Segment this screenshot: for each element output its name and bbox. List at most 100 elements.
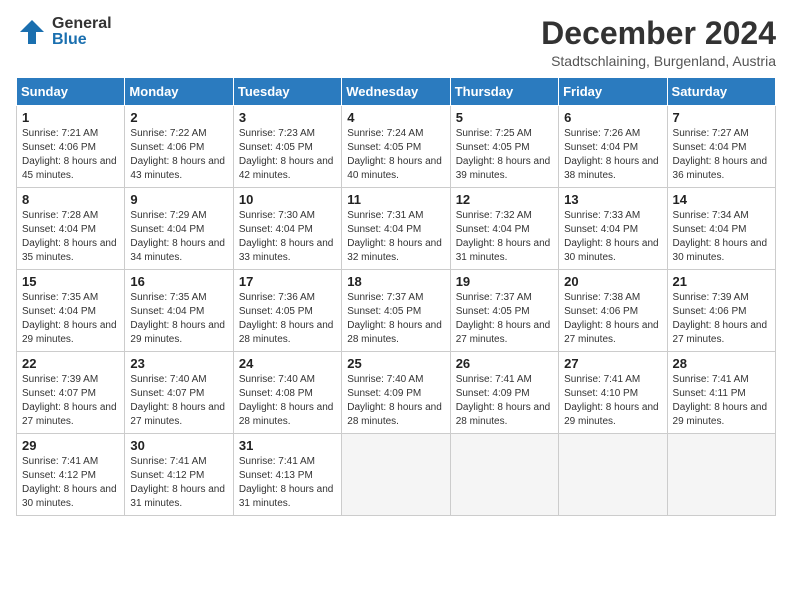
day-number: 2 bbox=[130, 110, 227, 125]
day-number: 11 bbox=[347, 192, 444, 207]
day-header-friday: Friday bbox=[559, 78, 667, 106]
day-number: 27 bbox=[564, 356, 661, 371]
day-number: 10 bbox=[239, 192, 336, 207]
calendar-week-row: 1Sunrise: 7:21 AMSunset: 4:06 PMDaylight… bbox=[17, 106, 776, 188]
day-number: 26 bbox=[456, 356, 553, 371]
calendar-week-row: 22Sunrise: 7:39 AMSunset: 4:07 PMDayligh… bbox=[17, 352, 776, 434]
calendar-day-cell: 15Sunrise: 7:35 AMSunset: 4:04 PMDayligh… bbox=[17, 270, 125, 352]
day-info: Sunrise: 7:29 AMSunset: 4:04 PMDaylight:… bbox=[130, 209, 227, 265]
calendar-day-cell: 3 Sunrise: 7:23 AMSunset: 4:05 PMDaylight… bbox=[233, 106, 341, 188]
calendar-day-cell: 29 Sunrise: 7:41 AMSunset: 4:12 PMDayligh… bbox=[17, 434, 125, 516]
day-number: 17 bbox=[239, 274, 336, 289]
day-number: 28 bbox=[673, 356, 770, 371]
logo: General Blue bbox=[16, 16, 112, 48]
calendar-week-row: 15Sunrise: 7:35 AMSunset: 4:04 PMDayligh… bbox=[17, 270, 776, 352]
calendar-day-cell: 14 Sunrise: 7:34 AMSunset: 4:04 PMDayligh… bbox=[667, 188, 775, 270]
day-info: Sunrise: 7:27 AMSunset: 4:04 PMDaylight:… bbox=[673, 127, 770, 183]
calendar-day-cell: 25 Sunrise: 7:40 AMSunset: 4:09 PMDayligh… bbox=[342, 352, 450, 434]
day-info: Sunrise: 7:41 AMSunset: 4:12 PMDaylight:… bbox=[130, 455, 227, 511]
calendar-day-cell: 9Sunrise: 7:29 AMSunset: 4:04 PMDaylight… bbox=[125, 188, 233, 270]
calendar-day-cell: 20 Sunrise: 7:38 AMSunset: 4:06 PMDayligh… bbox=[559, 270, 667, 352]
calendar-day-cell: 16 Sunrise: 7:35 AMSunset: 4:04 PMDayligh… bbox=[125, 270, 233, 352]
day-info: Sunrise: 7:30 AMSunset: 4:04 PMDaylight:… bbox=[239, 209, 336, 265]
day-info: Sunrise: 7:34 AMSunset: 4:04 PMDaylight:… bbox=[673, 209, 770, 265]
calendar-day-cell: 5 Sunrise: 7:25 AMSunset: 4:05 PMDaylight… bbox=[450, 106, 558, 188]
month-title: December 2024 bbox=[541, 16, 776, 51]
calendar-week-row: 8 Sunrise: 7:28 AMSunset: 4:04 PMDaylight… bbox=[17, 188, 776, 270]
calendar-day-cell: 28 Sunrise: 7:41 AMSunset: 4:11 PMDayligh… bbox=[667, 352, 775, 434]
day-info: Sunrise: 7:40 AMSunset: 4:07 PMDaylight:… bbox=[130, 373, 227, 429]
day-number: 13 bbox=[564, 192, 661, 207]
day-info: Sunrise: 7:24 AMSunset: 4:05 PMDaylight:… bbox=[347, 127, 444, 183]
logo-icon bbox=[16, 16, 48, 48]
day-number: 19 bbox=[456, 274, 553, 289]
calendar-table: SundayMondayTuesdayWednesdayThursdayFrid… bbox=[16, 77, 776, 516]
subtitle: Stadtschlaining, Burgenland, Austria bbox=[541, 53, 776, 69]
day-info: Sunrise: 7:35 AMSunset: 4:04 PMDaylight:… bbox=[130, 291, 227, 347]
day-info: Sunrise: 7:41 AMSunset: 4:11 PMDaylight:… bbox=[673, 373, 770, 429]
day-number: 20 bbox=[564, 274, 661, 289]
day-number: 25 bbox=[347, 356, 444, 371]
day-number: 1 bbox=[22, 110, 119, 125]
calendar-day-cell: 30 Sunrise: 7:41 AMSunset: 4:12 PMDayligh… bbox=[125, 434, 233, 516]
title-area: December 2024 Stadtschlaining, Burgenlan… bbox=[541, 16, 776, 69]
day-number: 31 bbox=[239, 438, 336, 453]
day-info: Sunrise: 7:28 AMSunset: 4:04 PMDaylight:… bbox=[22, 209, 119, 265]
day-info: Sunrise: 7:37 AMSunset: 4:05 PMDaylight:… bbox=[456, 291, 553, 347]
day-info: Sunrise: 7:39 AMSunset: 4:07 PMDaylight:… bbox=[22, 373, 119, 429]
day-number: 16 bbox=[130, 274, 227, 289]
day-info: Sunrise: 7:22 AMSunset: 4:06 PMDaylight:… bbox=[130, 127, 227, 183]
calendar-day-cell: 11Sunrise: 7:31 AMSunset: 4:04 PMDayligh… bbox=[342, 188, 450, 270]
day-info: Sunrise: 7:33 AMSunset: 4:04 PMDaylight:… bbox=[564, 209, 661, 265]
calendar-day-cell bbox=[450, 434, 558, 516]
day-info: Sunrise: 7:41 AMSunset: 4:10 PMDaylight:… bbox=[564, 373, 661, 429]
day-header-wednesday: Wednesday bbox=[342, 78, 450, 106]
calendar-day-cell: 24Sunrise: 7:40 AMSunset: 4:08 PMDayligh… bbox=[233, 352, 341, 434]
day-info: Sunrise: 7:38 AMSunset: 4:06 PMDaylight:… bbox=[564, 291, 661, 347]
day-number: 4 bbox=[347, 110, 444, 125]
calendar-day-cell: 1Sunrise: 7:21 AMSunset: 4:06 PMDaylight… bbox=[17, 106, 125, 188]
day-info: Sunrise: 7:32 AMSunset: 4:04 PMDaylight:… bbox=[456, 209, 553, 265]
day-info: Sunrise: 7:23 AMSunset: 4:05 PMDaylight:… bbox=[239, 127, 336, 183]
day-info: Sunrise: 7:41 AMSunset: 4:09 PMDaylight:… bbox=[456, 373, 553, 429]
calendar-day-cell: 26 Sunrise: 7:41 AMSunset: 4:09 PMDayligh… bbox=[450, 352, 558, 434]
calendar-day-cell: 31 Sunrise: 7:41 AMSunset: 4:13 PMDayligh… bbox=[233, 434, 341, 516]
day-info: Sunrise: 7:41 AMSunset: 4:12 PMDaylight:… bbox=[22, 455, 119, 511]
day-number: 6 bbox=[564, 110, 661, 125]
day-number: 3 bbox=[239, 110, 336, 125]
day-info: Sunrise: 7:39 AMSunset: 4:06 PMDaylight:… bbox=[673, 291, 770, 347]
day-info: Sunrise: 7:41 AMSunset: 4:13 PMDaylight:… bbox=[239, 455, 336, 511]
calendar-day-cell: 4 Sunrise: 7:24 AMSunset: 4:05 PMDaylight… bbox=[342, 106, 450, 188]
days-header-row: SundayMondayTuesdayWednesdayThursdayFrid… bbox=[17, 78, 776, 106]
day-info: Sunrise: 7:25 AMSunset: 4:05 PMDaylight:… bbox=[456, 127, 553, 183]
day-number: 5 bbox=[456, 110, 553, 125]
calendar-day-cell: 19 Sunrise: 7:37 AMSunset: 4:05 PMDayligh… bbox=[450, 270, 558, 352]
day-info: Sunrise: 7:37 AMSunset: 4:05 PMDaylight:… bbox=[347, 291, 444, 347]
calendar-day-cell: 22Sunrise: 7:39 AMSunset: 4:07 PMDayligh… bbox=[17, 352, 125, 434]
day-number: 8 bbox=[22, 192, 119, 207]
day-number: 18 bbox=[347, 274, 444, 289]
calendar-day-cell bbox=[559, 434, 667, 516]
calendar-day-cell: 10 Sunrise: 7:30 AMSunset: 4:04 PMDayligh… bbox=[233, 188, 341, 270]
day-number: 12 bbox=[456, 192, 553, 207]
calendar-week-row: 29 Sunrise: 7:41 AMSunset: 4:12 PMDayligh… bbox=[17, 434, 776, 516]
day-header-saturday: Saturday bbox=[667, 78, 775, 106]
calendar-day-cell: 17 Sunrise: 7:36 AMSunset: 4:05 PMDayligh… bbox=[233, 270, 341, 352]
day-info: Sunrise: 7:40 AMSunset: 4:09 PMDaylight:… bbox=[347, 373, 444, 429]
day-number: 21 bbox=[673, 274, 770, 289]
logo-blue: Blue bbox=[52, 32, 112, 48]
day-header-monday: Monday bbox=[125, 78, 233, 106]
calendar-day-cell: 12 Sunrise: 7:32 AMSunset: 4:04 PMDayligh… bbox=[450, 188, 558, 270]
header: General Blue December 2024 Stadtschlaini… bbox=[16, 16, 776, 69]
day-info: Sunrise: 7:36 AMSunset: 4:05 PMDaylight:… bbox=[239, 291, 336, 347]
day-number: 14 bbox=[673, 192, 770, 207]
calendar-day-cell: 21 Sunrise: 7:39 AMSunset: 4:06 PMDayligh… bbox=[667, 270, 775, 352]
day-header-sunday: Sunday bbox=[17, 78, 125, 106]
calendar-day-cell bbox=[667, 434, 775, 516]
day-info: Sunrise: 7:40 AMSunset: 4:08 PMDaylight:… bbox=[239, 373, 336, 429]
calendar-day-cell bbox=[342, 434, 450, 516]
day-number: 30 bbox=[130, 438, 227, 453]
calendar-day-cell: 6Sunrise: 7:26 AMSunset: 4:04 PMDaylight… bbox=[559, 106, 667, 188]
day-header-thursday: Thursday bbox=[450, 78, 558, 106]
day-number: 29 bbox=[22, 438, 119, 453]
